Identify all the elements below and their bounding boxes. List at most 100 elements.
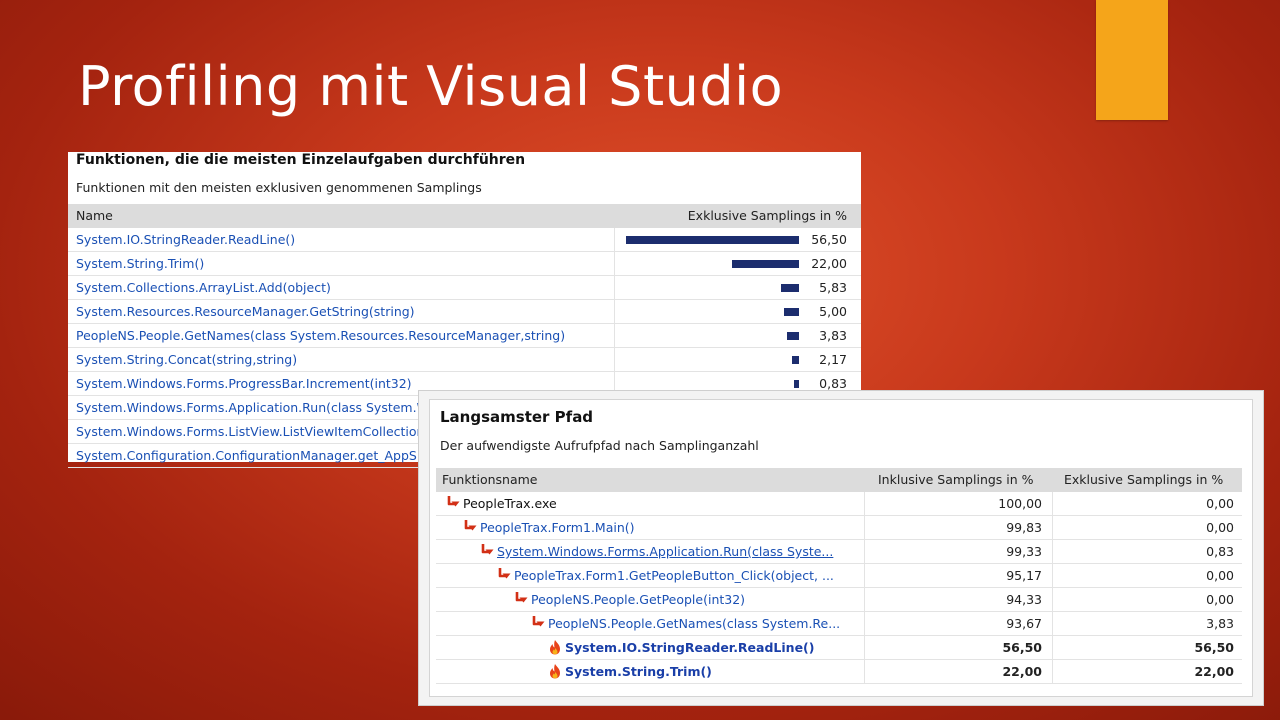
hot-path-list: PeopleTrax.exe 100,00 0,00 PeopleTrax.Form1… bbox=[436, 492, 1242, 684]
function-link[interactable]: PeopleTrax.Form1.GetPeopleButton_Click(o… bbox=[514, 568, 834, 583]
column-divider bbox=[864, 516, 865, 539]
table-row[interactable]: PeopleTrax.Form1.Main() 99,83 0,00 bbox=[436, 516, 1242, 540]
table-row[interactable]: PeopleTrax.exe 100,00 0,00 bbox=[436, 492, 1242, 516]
function-link[interactable]: PeopleTrax.exe bbox=[463, 496, 557, 511]
table-row[interactable]: PeopleTrax.Form1.GetPeopleButton_Click(o… bbox=[436, 564, 1242, 588]
exclusive-value: 0,00 bbox=[1206, 592, 1234, 607]
function-link[interactable]: PeopleNS.People.GetPeople(int32) bbox=[531, 592, 745, 607]
column-divider bbox=[1052, 492, 1053, 515]
exclusive-value: 5,00 bbox=[819, 304, 847, 319]
column-divider bbox=[1052, 564, 1053, 587]
exclusive-value: 2,17 bbox=[819, 352, 847, 367]
exclusive-value: 56,50 bbox=[811, 232, 847, 247]
inclusive-value: 56,50 bbox=[1002, 640, 1042, 655]
flame-icon bbox=[548, 639, 562, 655]
column-divider bbox=[864, 492, 865, 515]
hot-path-window: Langsamster Pfad Der aufwendigste Aufruf… bbox=[418, 390, 1264, 706]
exclusive-value: 22,00 bbox=[811, 256, 847, 271]
column-divider bbox=[614, 324, 615, 347]
exclusive-value: 0,83 bbox=[819, 376, 847, 391]
arrow-down-icon bbox=[463, 519, 477, 535]
sampling-bar bbox=[792, 356, 799, 364]
function-link[interactable]: System.Configuration.ConfigurationManage… bbox=[76, 448, 417, 463]
table-row[interactable]: System.String.Trim() 22,00 22,00 bbox=[436, 660, 1242, 684]
inclusive-value: 100,00 bbox=[998, 496, 1042, 511]
function-link[interactable]: System.Windows.Forms.ListView.ListViewIt… bbox=[76, 424, 424, 439]
top-functions-title: Funktionen, die die meisten Einzelaufgab… bbox=[76, 152, 526, 168]
exclusive-value: 0,00 bbox=[1206, 496, 1234, 511]
arrow-down-icon bbox=[497, 567, 511, 583]
column-divider bbox=[864, 564, 865, 587]
column-header-name[interactable]: Name bbox=[76, 208, 113, 223]
function-link[interactable]: System.Collections.ArrayList.Add(object) bbox=[76, 280, 331, 295]
column-divider bbox=[864, 588, 865, 611]
sampling-bar bbox=[732, 260, 799, 268]
table-row[interactable]: System.Resources.ResourceManager.GetStri… bbox=[68, 300, 861, 324]
inclusive-value: 99,33 bbox=[1006, 544, 1042, 559]
sampling-bar bbox=[781, 284, 799, 292]
column-divider bbox=[614, 228, 615, 251]
column-divider bbox=[1052, 516, 1053, 539]
table-row[interactable]: PeopleNS.People.GetNames(class System.Re… bbox=[436, 612, 1242, 636]
exclusive-value: 56,50 bbox=[1194, 640, 1234, 655]
function-link[interactable]: System.IO.StringReader.ReadLine() bbox=[76, 232, 295, 247]
exclusive-value: 22,00 bbox=[1194, 664, 1234, 679]
function-link[interactable]: System.Windows.Forms.Application.Run(cla… bbox=[497, 544, 833, 559]
column-divider bbox=[614, 300, 615, 323]
sampling-bar bbox=[794, 380, 799, 388]
column-header-exclusive[interactable]: Exklusive Samplings in % bbox=[1064, 472, 1223, 487]
function-link[interactable]: System.Windows.Forms.ProgressBar.Increme… bbox=[76, 376, 412, 391]
hot-path-header: Funktionsname Inklusive Samplings in % E… bbox=[436, 468, 1242, 492]
table-row[interactable]: PeopleNS.People.GetPeople(int32) 94,33 0,0… bbox=[436, 588, 1242, 612]
arrow-down-icon bbox=[514, 591, 528, 607]
table-row[interactable]: System.String.Trim() 22,00 bbox=[68, 252, 861, 276]
accent-bar bbox=[1096, 0, 1168, 120]
column-divider bbox=[864, 612, 865, 635]
table-row[interactable]: System.Windows.Forms.Application.Run(cla… bbox=[436, 540, 1242, 564]
exclusive-value: 0,83 bbox=[1206, 544, 1234, 559]
column-divider bbox=[1052, 588, 1053, 611]
function-link[interactable]: System.IO.StringReader.ReadLine() bbox=[565, 640, 814, 655]
table-row[interactable]: System.IO.StringReader.ReadLine() 56,50 bbox=[68, 228, 861, 252]
function-link[interactable]: System.Resources.ResourceManager.GetStri… bbox=[76, 304, 415, 319]
column-header-exclusive[interactable]: Exklusive Samplings in % bbox=[688, 208, 847, 223]
column-divider bbox=[1052, 540, 1053, 563]
table-row[interactable]: System.Collections.ArrayList.Add(object)… bbox=[68, 276, 861, 300]
column-divider bbox=[1052, 660, 1053, 683]
arrow-down-icon bbox=[531, 615, 545, 631]
column-divider bbox=[864, 660, 865, 683]
column-divider bbox=[864, 540, 865, 563]
function-link[interactable]: System.String.Trim() bbox=[76, 256, 204, 271]
column-header-inclusive[interactable]: Inklusive Samplings in % bbox=[878, 472, 1034, 487]
table-row[interactable]: System.String.Concat(string,string) 2,17 bbox=[68, 348, 861, 372]
table-row[interactable]: System.IO.StringReader.ReadLine() 56,50 56… bbox=[436, 636, 1242, 660]
exclusive-value: 5,83 bbox=[819, 280, 847, 295]
function-link[interactable]: System.Windows.Forms.Application.Run(cla… bbox=[76, 400, 429, 415]
column-divider bbox=[614, 252, 615, 275]
inclusive-value: 95,17 bbox=[1006, 568, 1042, 583]
flame-icon bbox=[548, 663, 562, 679]
function-link[interactable]: PeopleNS.People.GetNames(class System.Re… bbox=[76, 328, 565, 343]
column-header-function-name[interactable]: Funktionsname bbox=[442, 472, 538, 487]
column-divider bbox=[614, 348, 615, 371]
function-link[interactable]: PeopleNS.People.GetNames(class System.Re… bbox=[548, 616, 840, 631]
hot-path-subtitle: Der aufwendigste Aufrufpfad nach Samplin… bbox=[440, 438, 759, 453]
inclusive-value: 99,83 bbox=[1006, 520, 1042, 535]
hot-path-panel: Langsamster Pfad Der aufwendigste Aufruf… bbox=[429, 399, 1253, 697]
sampling-bar bbox=[626, 236, 799, 244]
exclusive-value: 0,00 bbox=[1206, 568, 1234, 583]
exclusive-value: 3,83 bbox=[1206, 616, 1234, 631]
exclusive-value: 3,83 bbox=[819, 328, 847, 343]
inclusive-value: 22,00 bbox=[1002, 664, 1042, 679]
function-link[interactable]: PeopleTrax.Form1.Main() bbox=[480, 520, 635, 535]
sampling-bar bbox=[787, 332, 799, 340]
column-divider bbox=[1052, 636, 1053, 659]
arrow-down-icon bbox=[446, 495, 460, 511]
function-link[interactable]: System.String.Trim() bbox=[565, 664, 712, 679]
function-link[interactable]: System.String.Concat(string,string) bbox=[76, 352, 297, 367]
column-divider bbox=[614, 276, 615, 299]
top-functions-header: Name Exklusive Samplings in % bbox=[68, 204, 861, 228]
sampling-bar bbox=[784, 308, 799, 316]
table-row[interactable]: PeopleNS.People.GetNames(class System.Re… bbox=[68, 324, 861, 348]
inclusive-value: 94,33 bbox=[1006, 592, 1042, 607]
